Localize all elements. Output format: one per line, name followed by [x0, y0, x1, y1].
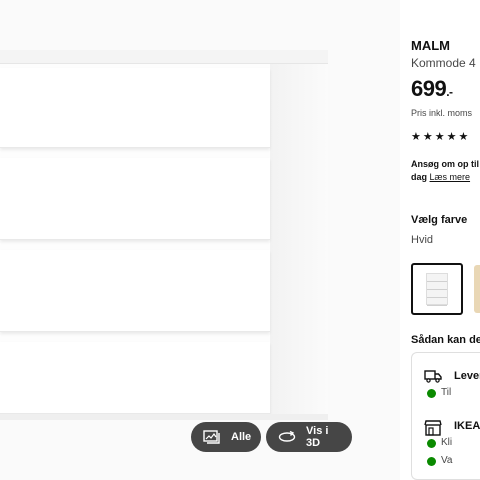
dresser-plinth [0, 414, 328, 420]
financing-note: Ansøg om op til dag Læs mere [411, 158, 479, 184]
product-name: MALM [411, 38, 450, 53]
color-selected-value: Hvid [411, 234, 434, 246]
rating-stars[interactable]: ★★★★★ [411, 130, 470, 143]
delivery-title[interactable]: Lever [454, 370, 480, 382]
all-images-button[interactable]: Alle [191, 422, 261, 452]
rotate-3d-icon [278, 430, 296, 444]
drawer-1 [0, 68, 270, 148]
product-image-area[interactable]: Alle Vis i 3D [0, 0, 400, 480]
view-3d-label: Vis i 3D [306, 425, 329, 449]
store-status-text-2: Va [441, 455, 453, 466]
store-title[interactable]: IKEA [454, 420, 480, 432]
dresser-top [0, 50, 328, 64]
product-price: 699.- [411, 76, 453, 102]
price-value: 699 [411, 76, 447, 101]
purchase-options-heading: Sådan kan de [411, 334, 480, 346]
dresser-side [268, 60, 328, 420]
drawer-2 [0, 158, 270, 240]
dresser-image [0, 50, 330, 420]
all-images-label: Alle [231, 431, 252, 443]
drawer-3 [0, 250, 270, 332]
price-suffix: .- [446, 85, 453, 99]
product-info-panel: MALM Kommode 4 699.- Pris inkl. moms ★★★… [400, 0, 480, 480]
delivery-truck-icon [424, 369, 442, 388]
delivery-status-text: Til [441, 387, 452, 398]
drawer-4 [0, 342, 270, 414]
view-3d-button[interactable]: Vis i 3D [266, 422, 352, 452]
read-more-link[interactable]: Læs mere [430, 172, 471, 182]
financing-text-2: dag [411, 172, 428, 182]
store-status-dot-2 [427, 457, 436, 466]
vat-note: Pris inkl. moms [411, 108, 473, 118]
color-swatch-oak[interactable] [474, 265, 480, 313]
color-heading: Vælg farve [411, 214, 468, 226]
financing-text: Ansøg om op til [411, 159, 479, 169]
store-status-dot-1 [427, 439, 436, 448]
swatch-thumbnail [426, 273, 448, 306]
product-description: Kommode 4 [411, 56, 476, 70]
delivery-status-dot [427, 389, 436, 398]
color-swatch-white[interactable] [411, 263, 463, 315]
store-status-text-1: Kli [441, 437, 453, 448]
gallery-icon [203, 430, 221, 444]
store-icon [424, 420, 442, 441]
